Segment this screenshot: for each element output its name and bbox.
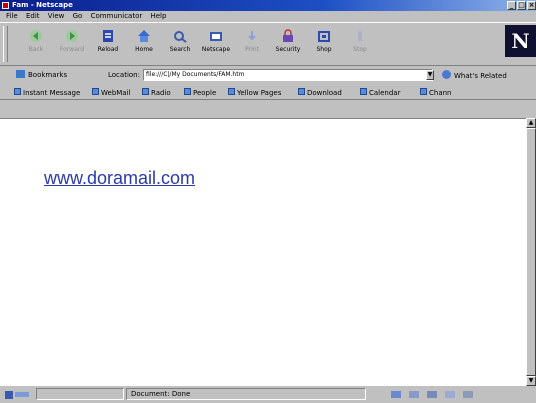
radio-icon xyxy=(142,88,149,95)
toolbar-grip[interactable] xyxy=(3,26,8,62)
bookmarks-icon xyxy=(16,70,25,78)
forward-button[interactable]: Forward xyxy=(54,25,90,63)
channels-label: Chann xyxy=(429,89,452,97)
taskbar-addressbook-icon[interactable] xyxy=(462,389,474,399)
location-url-field[interactable]: file:///C|/My Documents/FAM.htm xyxy=(143,69,433,81)
menu-communicator[interactable]: Communicator xyxy=(91,12,143,20)
netscape-icon xyxy=(210,32,222,41)
menu-bar: File Edit View Go Communicator Help xyxy=(0,11,536,22)
security-icon xyxy=(283,29,293,42)
home-label: Home xyxy=(135,46,153,53)
whats-related-button[interactable]: What's Related xyxy=(442,70,507,82)
radio-button[interactable]: Radio xyxy=(142,86,171,99)
stop-icon xyxy=(358,31,362,41)
status-text: Document: Done xyxy=(126,388,366,400)
home-icon xyxy=(138,30,150,42)
taskbar-mail-icon[interactable] xyxy=(408,389,420,399)
scroll-thumb[interactable] xyxy=(526,128,536,376)
calendar-label: Calendar xyxy=(369,89,401,97)
vertical-scrollbar[interactable]: ▲ ▼ xyxy=(526,118,536,386)
personal-toolbar: Instant Message WebMail Radio People Yel… xyxy=(0,86,536,100)
instant-message-icon xyxy=(14,88,21,95)
location-toolbar: Bookmarks Location: file:///C|/My Docume… xyxy=(0,67,536,88)
browser-window: Fam - Netscape _ □ × File Edit View Go C… xyxy=(0,0,536,403)
yellow-pages-button[interactable]: Yellow Pages xyxy=(228,86,282,99)
instant-message-button[interactable]: Instant Message xyxy=(14,86,81,99)
shop-icon xyxy=(318,31,330,42)
whats-related-label: What's Related xyxy=(454,72,507,80)
calendar-icon xyxy=(360,88,367,95)
bookmarks-label: Bookmarks xyxy=(28,71,68,79)
close-button[interactable]: × xyxy=(527,1,536,10)
back-label: Back xyxy=(28,46,44,53)
people-label: People xyxy=(193,89,217,97)
people-icon xyxy=(184,88,191,95)
forward-label: Forward xyxy=(59,46,85,53)
stop-label: Stop xyxy=(353,46,367,53)
search-button[interactable]: Search xyxy=(162,25,198,63)
menu-help[interactable]: Help xyxy=(150,12,166,20)
channels-button[interactable]: Chann xyxy=(420,86,452,99)
calendar-button[interactable]: Calendar xyxy=(360,86,401,99)
window-title: Fam - Netscape xyxy=(12,1,73,9)
scroll-down-button[interactable]: ▼ xyxy=(526,376,536,386)
menu-go[interactable]: Go xyxy=(73,12,83,20)
menu-file[interactable]: File xyxy=(6,12,18,20)
print-icon xyxy=(248,31,256,41)
people-button[interactable]: People xyxy=(184,86,217,99)
forward-arrow-icon xyxy=(66,30,78,42)
shop-button[interactable]: Shop xyxy=(306,25,342,63)
back-arrow-icon xyxy=(30,30,42,42)
download-button[interactable]: Download xyxy=(298,86,342,99)
minimize-button[interactable]: _ xyxy=(507,1,516,10)
yellow-pages-icon xyxy=(228,88,235,95)
doramail-link[interactable]: www.doramail.com xyxy=(44,168,195,189)
yellow-pages-label: Yellow Pages xyxy=(237,89,282,97)
status-bar: Document: Done xyxy=(0,386,536,403)
netscape-logo[interactable]: N xyxy=(505,25,536,57)
stop-button[interactable]: Stop xyxy=(342,25,378,63)
webmail-button[interactable]: WebMail xyxy=(92,86,131,99)
netscape-app-icon xyxy=(2,2,9,9)
netscape-label: Netscape xyxy=(201,46,231,53)
reload-icon xyxy=(103,30,113,42)
menu-view[interactable]: View xyxy=(48,12,65,20)
taskbar-discussions-icon[interactable] xyxy=(426,389,438,399)
status-progress-pane xyxy=(36,388,124,400)
netscape-button[interactable]: Netscape xyxy=(198,25,234,63)
whats-related-icon xyxy=(442,70,451,79)
security-label: Security xyxy=(275,46,301,53)
radio-label: Radio xyxy=(151,89,171,97)
title-bar: Fam - Netscape _ □ × xyxy=(0,0,536,11)
taskbar-composer-icon[interactable] xyxy=(444,389,456,399)
maximize-button[interactable]: □ xyxy=(517,1,526,10)
security-button[interactable]: Security xyxy=(270,25,306,63)
print-button[interactable]: Print xyxy=(234,25,270,63)
scroll-up-button[interactable]: ▲ xyxy=(526,118,536,128)
location-dropdown-button[interactable]: ▼ xyxy=(426,70,434,80)
search-label: Search xyxy=(169,46,191,53)
reload-button[interactable]: Reload xyxy=(90,25,126,63)
search-icon xyxy=(174,31,187,43)
webmail-icon xyxy=(92,88,99,95)
menu-edit[interactable]: Edit xyxy=(26,12,40,20)
navigation-toolbar: Back Forward Reload Home Search Netscape… xyxy=(0,22,536,66)
security-lock-icon[interactable] xyxy=(4,388,32,400)
home-button[interactable]: Home xyxy=(126,25,162,63)
taskbar-navigator-icon[interactable] xyxy=(390,389,402,399)
shop-label: Shop xyxy=(316,46,332,53)
print-label: Print xyxy=(245,46,259,53)
download-icon xyxy=(298,88,305,95)
reload-label: Reload xyxy=(97,46,119,53)
instant-message-label: Instant Message xyxy=(23,89,81,97)
bookmarks-button[interactable]: Bookmarks xyxy=(16,70,67,81)
location-label: Location: xyxy=(108,71,140,79)
webmail-label: WebMail xyxy=(101,89,131,97)
back-button[interactable]: Back xyxy=(18,25,54,63)
download-label: Download xyxy=(307,89,342,97)
channels-icon xyxy=(420,88,427,95)
page-content: www.doramail.com xyxy=(0,118,526,386)
